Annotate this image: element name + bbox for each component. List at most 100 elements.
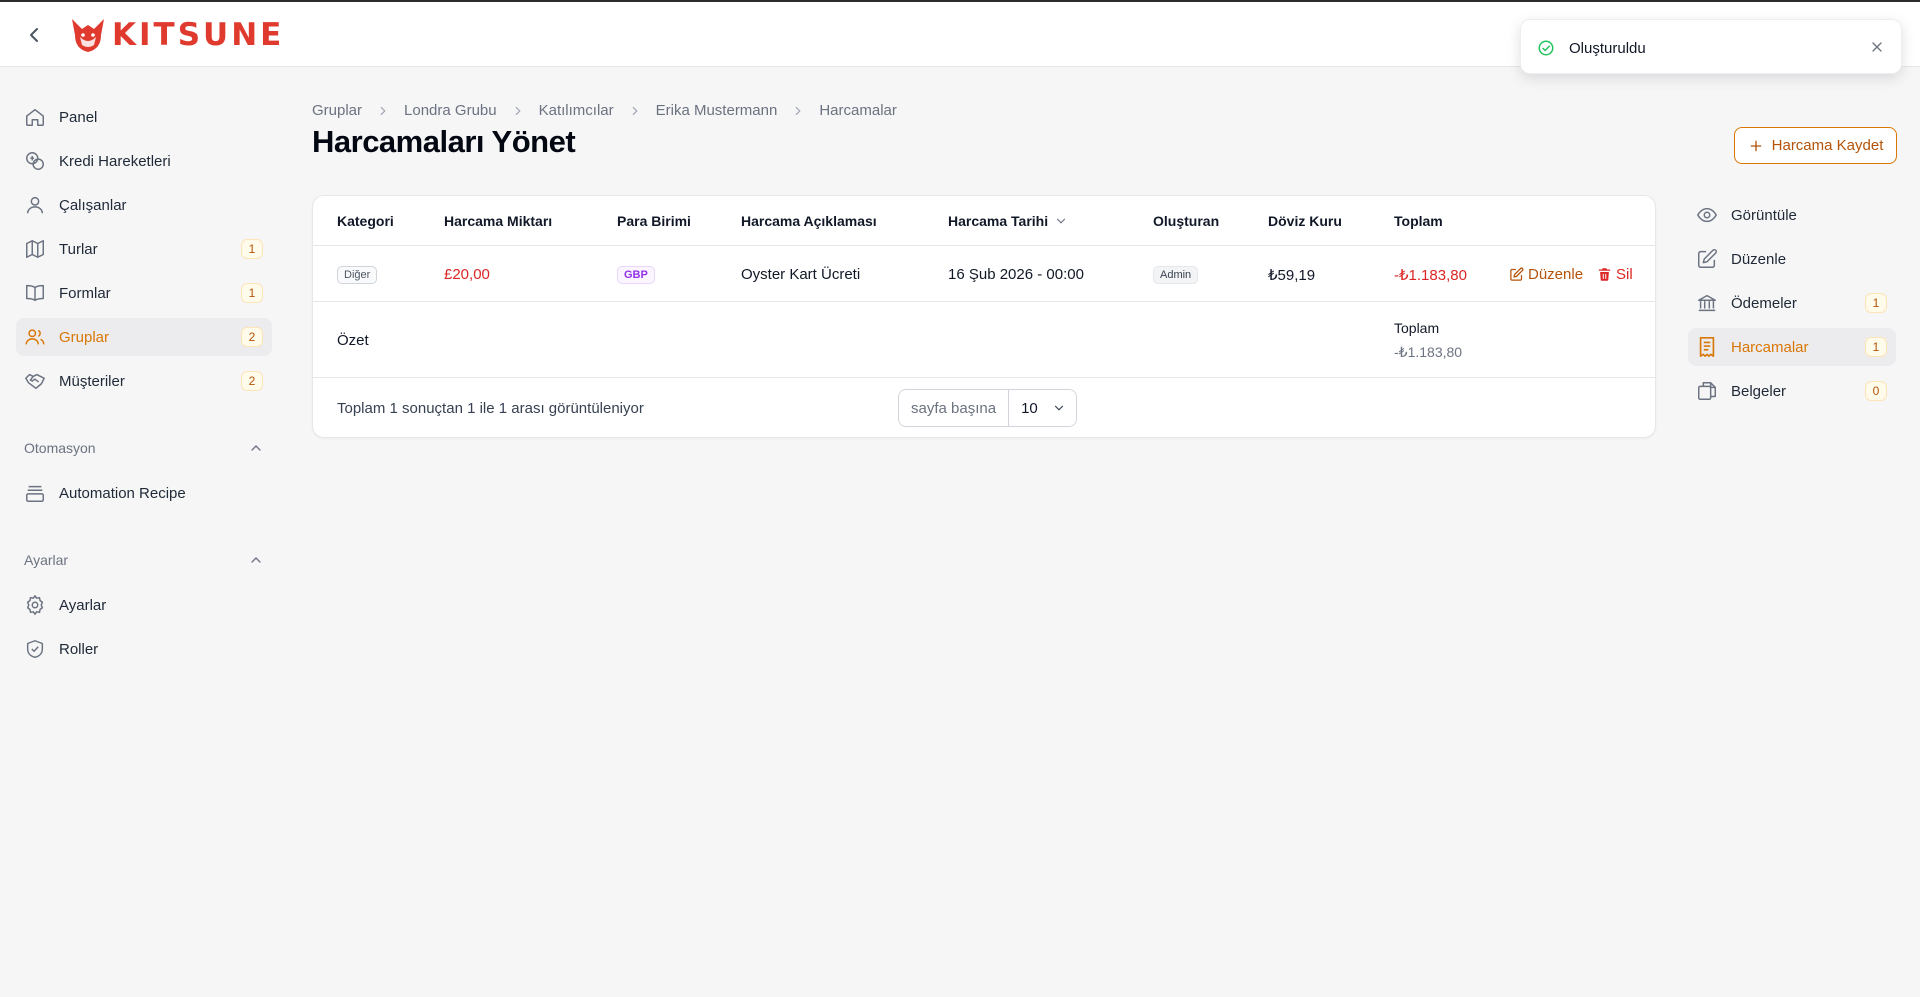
creator-badge: Admin <box>1153 266 1199 284</box>
sidebar-group-label: Otomasyon <box>24 440 96 456</box>
sidebar-item-gruplar[interactable]: Gruplar 2 <box>16 318 272 356</box>
close-icon[interactable] <box>1869 39 1885 55</box>
column-header-olusturan: Oluşturan <box>1153 213 1220 229</box>
column-header-kategori: Kategori <box>337 213 394 229</box>
sidebar: Panel Kredi Hareketleri Çalışanlar Turla… <box>16 98 272 674</box>
create-expense-label: Harcama Kaydet <box>1771 137 1884 154</box>
per-page-control: sayfa başına 10 <box>898 389 1077 427</box>
delete-button[interactable]: Sil <box>1597 266 1633 283</box>
users-icon <box>24 326 46 348</box>
sidebar-item-kredi-hareketleri[interactable]: Kredi Hareketleri <box>16 142 272 180</box>
home-icon <box>24 106 46 128</box>
summary-total-label: Toplam <box>1394 320 1440 336</box>
per-page-value: 10 <box>1021 399 1038 417</box>
subnav-item-belgeler[interactable]: Belgeler 0 <box>1688 372 1896 410</box>
table-header: Kategori Harcama Miktarı Para Birimi Har… <box>313 196 1655 246</box>
subnav-item-odemeler[interactable]: Ödemeler 1 <box>1688 284 1896 322</box>
back-arrow-icon[interactable] <box>22 23 46 47</box>
gear-icon <box>24 594 46 616</box>
create-expense-button[interactable]: Harcama Kaydet <box>1734 127 1897 164</box>
documents-icon <box>1696 380 1718 402</box>
sidebar-item-roller[interactable]: Roller <box>16 630 272 668</box>
edit-label: Düzenle <box>1528 266 1584 283</box>
sidebar-item-label: Müşteriler <box>59 372 125 390</box>
subnav-item-duzenle[interactable]: Düzenle <box>1688 240 1896 278</box>
subnav-item-label: Düzenle <box>1731 250 1787 268</box>
column-header-para-birimi: Para Birimi <box>617 213 691 229</box>
plus-icon <box>1748 138 1764 154</box>
date-cell: 16 Şub 2026 - 00:00 <box>948 266 1084 283</box>
category-badge: Diğer <box>337 266 378 284</box>
handshake-icon <box>24 370 46 392</box>
table-summary: Özet Toplam -₺1.183,80 <box>313 302 1655 378</box>
chevron-right-icon <box>376 104 390 118</box>
fox-logo-icon <box>68 15 108 55</box>
user-icon <box>24 194 46 216</box>
currency-badge: GBP <box>617 266 655 284</box>
toast-message: Oluşturuldu <box>1569 40 1646 57</box>
column-header-doviz-kuru: Döviz Kuru <box>1268 213 1342 229</box>
rate-cell: ₺59,19 <box>1268 267 1316 284</box>
chevron-up-icon <box>248 440 264 456</box>
sidebar-item-label: Çalışanlar <box>59 196 127 214</box>
chevron-down-icon[interactable] <box>1054 214 1068 228</box>
sidebar-item-ayarlar[interactable]: Ayarlar <box>16 586 272 624</box>
page-title: Harcamaları Yönet <box>312 124 576 159</box>
count-badge: 2 <box>241 371 263 391</box>
subnav-item-label: Belgeler <box>1731 382 1787 400</box>
result-count: Toplam 1 sonuçtan 1 ile 1 arası görüntül… <box>337 400 644 417</box>
column-header-harcama-miktari: Harcama Miktarı <box>444 213 553 229</box>
chevron-right-icon <box>511 104 525 118</box>
column-header-toplam: Toplam <box>1394 213 1443 229</box>
subnav-item-harcamalar[interactable]: Harcamalar 1 <box>1688 328 1896 366</box>
summary-label: Özet <box>337 332 369 349</box>
count-badge: 1 <box>1865 293 1887 313</box>
brand-logo[interactable]: KITSUNE <box>68 12 284 58</box>
count-badge: 1 <box>241 239 263 259</box>
sidebar-item-automation-recipe[interactable]: Automation Recipe <box>16 474 272 512</box>
record-subnav: Görüntüle Düzenle Ödemeler 1 Harcamalar … <box>1688 196 1896 416</box>
subnav-item-goruntule[interactable]: Görüntüle <box>1688 196 1896 234</box>
breadcrumb-harcamalar: Harcamalar <box>819 102 897 119</box>
chevron-right-icon <box>791 104 805 118</box>
sidebar-item-turlar[interactable]: Turlar 1 <box>16 230 272 268</box>
breadcrumb-gruplar[interactable]: Gruplar <box>312 102 362 119</box>
delete-label: Sil <box>1616 266 1633 283</box>
summary-total-value: -₺1.183,80 <box>1394 344 1463 360</box>
sidebar-group-ayarlar[interactable]: Ayarlar <box>16 548 272 572</box>
chevron-up-icon <box>248 552 264 568</box>
book-icon <box>24 282 46 304</box>
receipt-icon <box>1696 336 1718 358</box>
subnav-item-label: Harcamalar <box>1731 338 1809 356</box>
sidebar-item-label: Roller <box>59 640 99 658</box>
sidebar-item-label: Gruplar <box>59 328 110 346</box>
brand-name: KITSUNE <box>112 17 285 53</box>
sidebar-item-calisanlar[interactable]: Çalışanlar <box>16 186 272 224</box>
subnav-item-label: Ödemeler <box>1731 294 1797 312</box>
breadcrumb-erika-mustermann[interactable]: Erika Mustermann <box>656 102 778 119</box>
count-badge: 2 <box>241 327 263 347</box>
column-header-harcama-aciklamasi: Harcama Açıklaması <box>741 213 877 229</box>
total-cell: -₺1.183,80 <box>1394 267 1467 284</box>
breadcrumb-londra-grubu[interactable]: Londra Grubu <box>404 102 497 119</box>
chevron-down-icon <box>1052 401 1066 415</box>
count-badge: 1 <box>1865 337 1887 357</box>
edit-button[interactable]: Düzenle <box>1509 266 1583 283</box>
amount-cell: £20,00 <box>444 266 490 283</box>
coins-icon <box>24 150 46 172</box>
pencil-square-icon <box>1696 248 1718 270</box>
per-page-select[interactable]: 10 <box>1009 390 1076 426</box>
per-page-label: sayfa başına <box>899 390 1010 426</box>
sidebar-group-otomasyon[interactable]: Otomasyon <box>16 436 272 460</box>
trash-icon <box>1597 267 1612 282</box>
breadcrumb-katilimcilar[interactable]: Katılımcılar <box>539 102 614 119</box>
column-header-label: Harcama Tarihi <box>948 213 1049 229</box>
sidebar-item-musteriler[interactable]: Müşteriler 2 <box>16 362 272 400</box>
subnav-item-label: Görüntüle <box>1731 206 1797 224</box>
count-badge: 1 <box>241 283 263 303</box>
sidebar-group-label: Ayarlar <box>24 552 69 568</box>
sidebar-item-panel[interactable]: Panel <box>16 98 272 136</box>
sidebar-item-formlar[interactable]: Formlar 1 <box>16 274 272 312</box>
count-badge: 0 <box>1865 381 1887 401</box>
column-header-harcama-tarihi[interactable]: Harcama Tarihi <box>948 213 1068 229</box>
